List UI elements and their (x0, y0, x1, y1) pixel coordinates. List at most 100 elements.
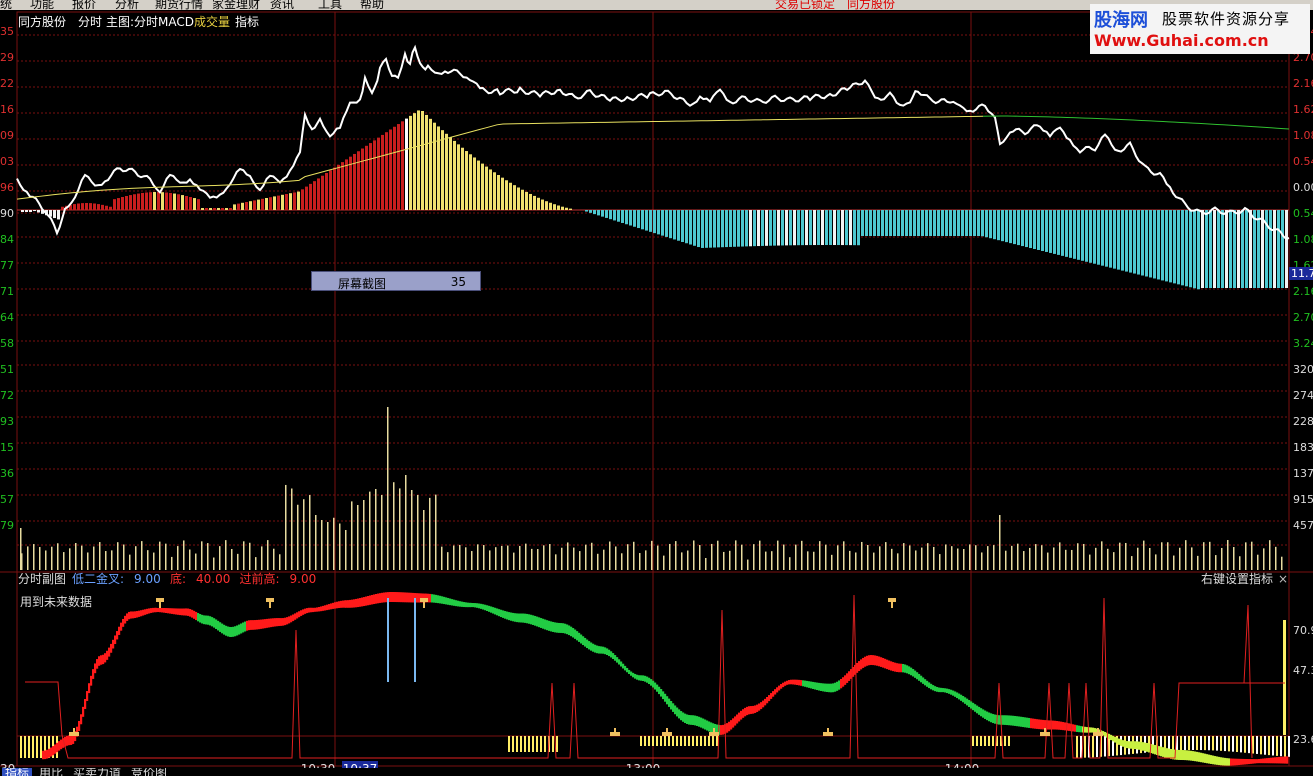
macd-bar (945, 210, 948, 236)
bottom-tab[interactable]: 指标 (2, 768, 33, 776)
macd-bar (21, 210, 24, 212)
trend-band-segment (836, 681, 839, 691)
trend-band-segment (373, 594, 376, 605)
right-axis-label: 457 (1293, 519, 1313, 532)
macd-bar (473, 157, 476, 210)
volume-bar (1149, 547, 1151, 570)
volume-bar (519, 545, 521, 570)
trend-band-segment (914, 670, 917, 678)
volume-bar (363, 500, 365, 570)
sub-hist-bar (1084, 736, 1086, 758)
macd-bar (769, 210, 772, 246)
trend-band-segment (928, 682, 931, 689)
macd-bar (425, 114, 428, 210)
menu-item[interactable]: 报价 (72, 0, 96, 10)
trend-band-segment (846, 673, 849, 683)
macd-bar (1093, 210, 1096, 264)
right-axis-label: 137 (1293, 467, 1313, 480)
trend-band-segment (167, 608, 170, 614)
trend-band-segment (706, 720, 709, 731)
volume-bar (243, 541, 245, 570)
trend-band-segment (922, 677, 925, 684)
macd-bar (137, 193, 140, 210)
menu-item[interactable]: 工具 (318, 0, 342, 10)
menu-item[interactable]: 统 (0, 0, 12, 10)
trend-band-segment (400, 592, 403, 603)
macd-bar (109, 206, 112, 210)
trend-band-segment (990, 713, 993, 723)
popup-value: 35 (450, 275, 466, 289)
trend-band-segment (538, 617, 541, 628)
chart-stage[interactable]: 35 29 22 16 09 03 96 90 84 77 71 64 58 51 72 93 15 36 57 79… (0, 10, 1313, 776)
trend-band-segment (1012, 715, 1015, 726)
macd-bar (37, 210, 40, 213)
trend-band-segment (254, 620, 257, 630)
bottom-tab[interactable]: 竞价图 (128, 768, 170, 776)
macd-bar (1149, 210, 1152, 278)
trend-band-segment (516, 613, 519, 623)
volume-bar (597, 553, 599, 570)
trend-band-segment (92, 669, 95, 679)
trend-band-segment (984, 710, 987, 719)
trend-band-segment (1284, 756, 1287, 764)
trend-band-segment (536, 616, 539, 627)
trend-band-segment (225, 625, 228, 636)
menu-item[interactable]: 功能 (30, 0, 54, 10)
volume-bar (501, 545, 503, 570)
trend-band-segment (786, 680, 789, 685)
macd-bar (33, 210, 36, 212)
screenshot-popup[interactable]: 屏幕截图 35 (311, 271, 481, 291)
left-axis-label: 29 (0, 51, 14, 64)
trend-band-segment (56, 742, 59, 753)
menu-item[interactable]: 分析 (115, 0, 139, 10)
volume-bar (483, 545, 485, 570)
trend-band-segment (844, 675, 847, 685)
macd-bar (1205, 210, 1208, 288)
trend-band-segment (626, 667, 629, 673)
trend-band-segment (1038, 719, 1041, 730)
trend-band-segment (240, 623, 243, 634)
menu-item[interactable]: 资讯 (270, 0, 294, 10)
trend-band-segment (646, 676, 649, 683)
bottom-tab[interactable]: 买卖力道 (70, 768, 124, 776)
macd-bar (693, 210, 696, 246)
menu-item[interactable]: 家金理财 (212, 0, 260, 10)
menu-item[interactable]: 帮助 (360, 0, 384, 10)
trend-band-segment (968, 700, 971, 707)
macd-bar (1109, 210, 1112, 268)
indicator-settings-link: 右键设置指标 (1201, 571, 1273, 586)
sub-hist-bar (1204, 736, 1206, 751)
macd-bar (333, 167, 336, 210)
left-axis-label: 16 (0, 103, 14, 116)
sub-hist-bar (1188, 736, 1190, 751)
menu-item[interactable]: 期货行情 (155, 0, 203, 10)
sub-hist-bar (1004, 736, 1006, 746)
trend-band-segment (1232, 758, 1235, 766)
trend-band-segment (684, 713, 687, 724)
sub-hist-bar (644, 736, 646, 746)
trend-band-segment (1006, 715, 1009, 726)
trend-band-segment (960, 694, 963, 701)
sub-hist-bar (1248, 736, 1250, 754)
volume-bar (87, 552, 89, 570)
trend-band-segment (410, 592, 413, 603)
volume-bar (987, 546, 989, 570)
sub-hist-bar (700, 736, 702, 746)
trend-band-segment (818, 682, 821, 691)
trend-band-segment (1162, 747, 1165, 757)
trend-band-segment (1130, 741, 1133, 749)
macd-bar (249, 201, 252, 210)
trend-band-segment (1078, 725, 1081, 733)
macd-bar (1129, 210, 1132, 273)
macd-bar (597, 210, 600, 216)
left-axis-label: 72 (0, 389, 14, 402)
trend-band-segment (720, 725, 723, 735)
trend-band-segment (1200, 752, 1203, 763)
macd-bar (973, 210, 976, 236)
trend-band-segment (1170, 748, 1173, 759)
sub-hist-bar (1096, 736, 1098, 758)
volume-bar (297, 504, 299, 570)
bottom-tab[interactable]: 用比 (36, 768, 66, 776)
volume-bar (963, 549, 965, 570)
trend-band-segment (412, 592, 415, 603)
